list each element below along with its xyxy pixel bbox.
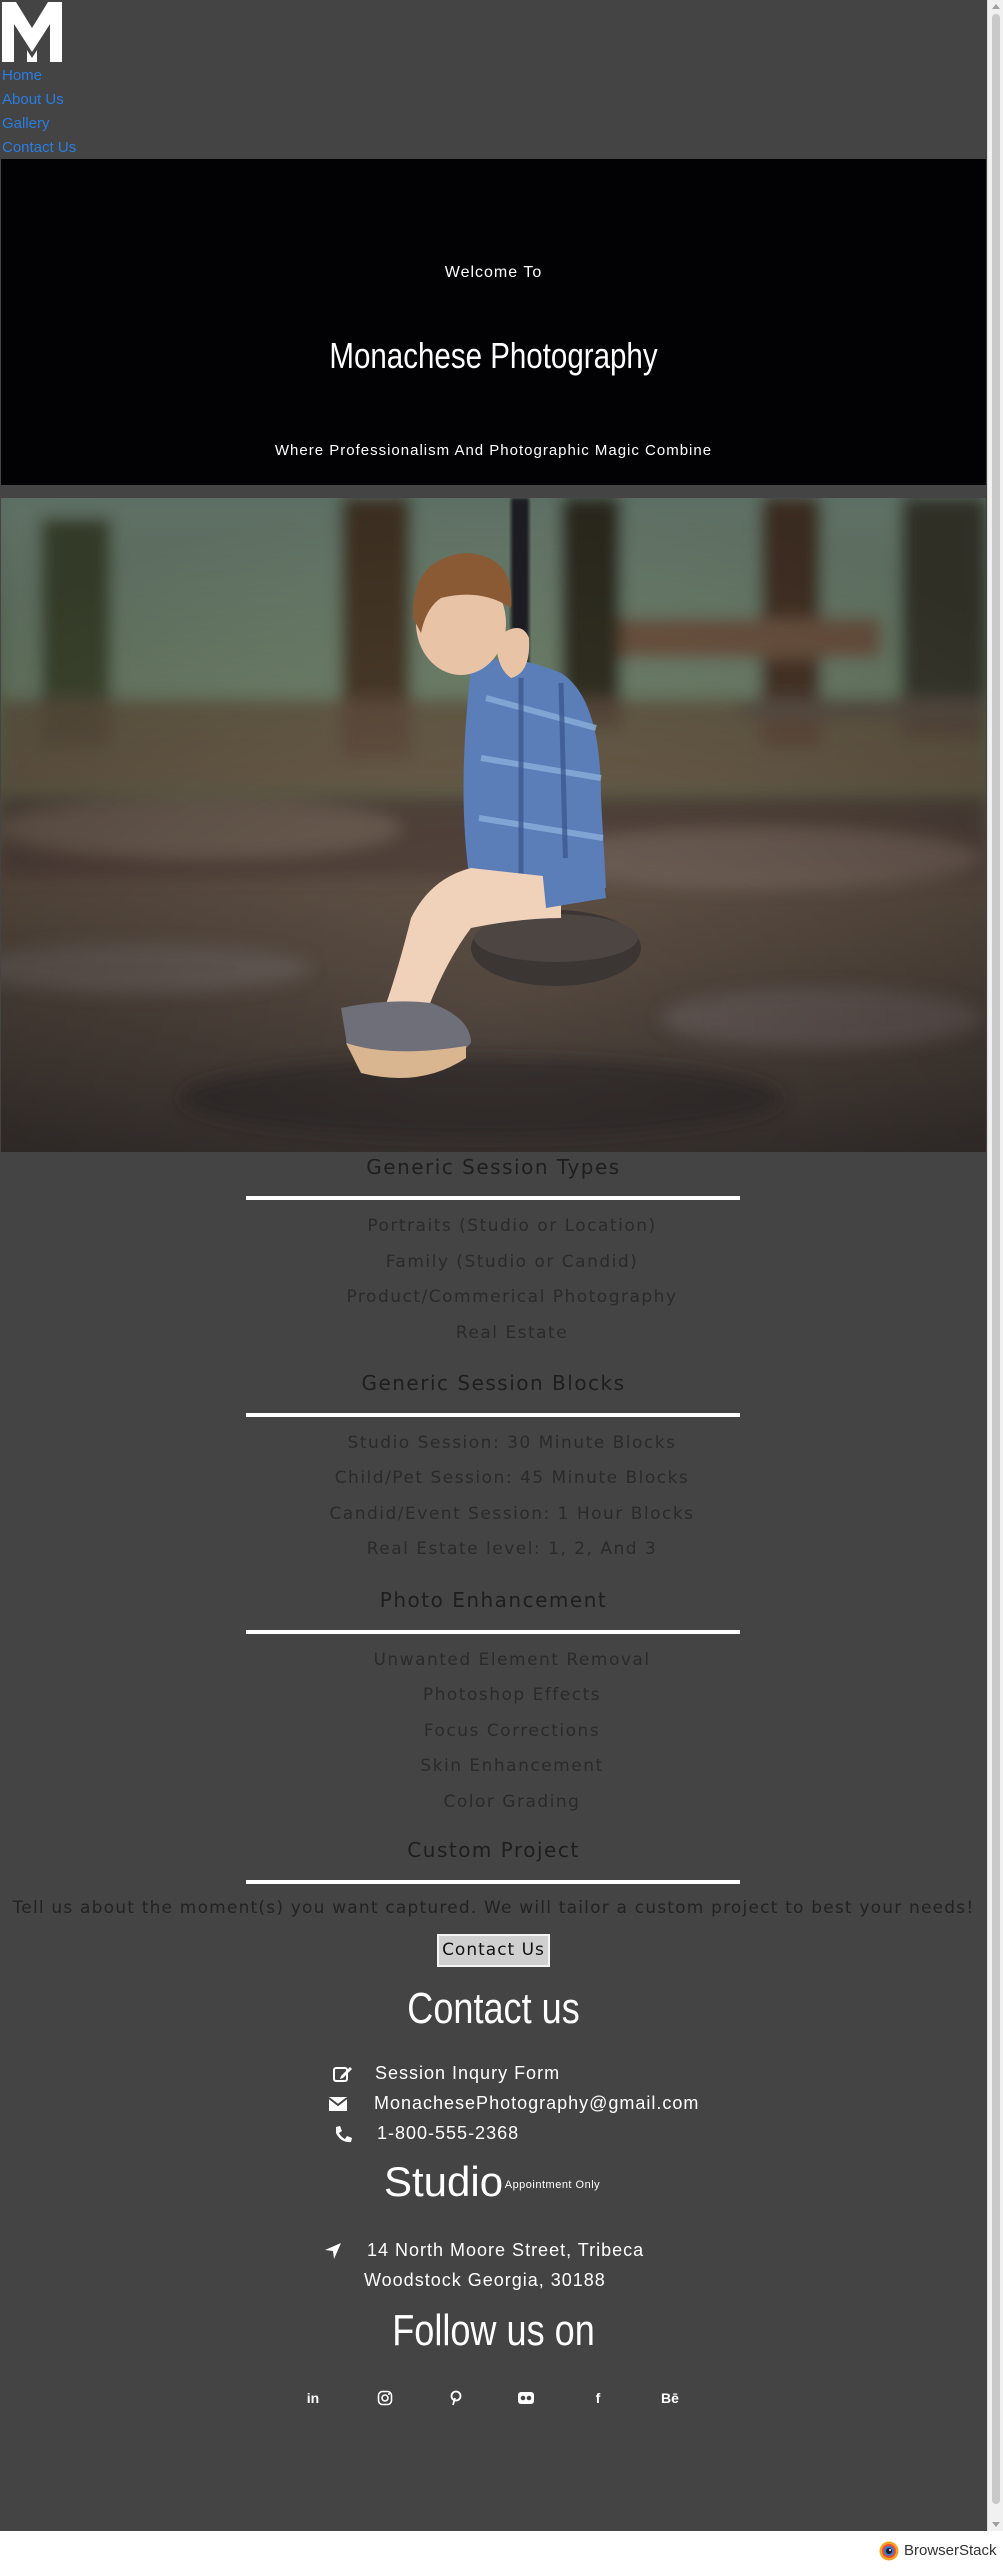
- hero-photo: [1, 498, 986, 1152]
- list-item: Color Grading: [443, 1792, 581, 1812]
- scroll-up-arrow-icon[interactable]: [992, 4, 1000, 9]
- section-divider: [246, 1880, 740, 1884]
- envelope-icon: [328, 2097, 348, 2111]
- follow-heading: Follow us on: [392, 2306, 595, 2355]
- instagram-icon[interactable]: [373, 2386, 397, 2410]
- page-body: Home About Us Gallery Contact Us Welcome…: [0, 0, 987, 2531]
- contact-us-button[interactable]: Contact Us: [437, 1934, 550, 1967]
- address-line-2-wrap: Woodstock Georgia, 30188: [364, 2270, 684, 2296]
- flickr-glyph: [518, 2392, 534, 2404]
- session-inquiry-text: Session Inqury Form: [375, 2063, 561, 2083]
- behance-glyph: Bē: [661, 2390, 679, 2406]
- vertical-scrollbar[interactable]: [987, 0, 1003, 2531]
- linkedin-glyph: in: [306, 2390, 320, 2406]
- address-line-1: 14 North Moore Street, Tribeca: [367, 2240, 645, 2260]
- list-item: Focus Corrections: [423, 1721, 601, 1741]
- address-line-2: Woodstock Georgia, 30188: [364, 2270, 606, 2290]
- section-title-session-types: Generic Session Types: [366, 1155, 621, 1179]
- list-item: Portraits (Studio or Location): [367, 1216, 657, 1236]
- edit-icon: [333, 2067, 352, 2082]
- hero-welcome-text: Welcome To: [444, 264, 543, 281]
- main-nav: Home About Us Gallery Contact Us: [2, 64, 76, 160]
- section-title-session-blocks: Generic Session Blocks: [361, 1371, 626, 1395]
- nav-link-gallery[interactable]: Gallery: [2, 112, 76, 136]
- browserstack-bar: [0, 2531, 1003, 2571]
- custom-project-text: Tell us about the moment(s) you want cap…: [12, 1898, 975, 1918]
- pinterest-icon[interactable]: [444, 2386, 468, 2410]
- instagram-glyph: [377, 2390, 393, 2406]
- flickr-icon[interactable]: [514, 2386, 538, 2410]
- facebook-icon[interactable]: f: [586, 2386, 610, 2410]
- email-text: MonachesePhotography@gmail.com: [374, 2093, 700, 2113]
- hero-title: Monachese Photography: [329, 335, 658, 376]
- browserstack-logo-icon: [879, 2541, 899, 2561]
- behance-icon[interactable]: Bē: [656, 2386, 684, 2410]
- list-item: Skin Enhancement: [420, 1756, 604, 1776]
- section-divider: [246, 1413, 740, 1417]
- linkedin-icon[interactable]: in: [301, 2386, 325, 2410]
- phone-link[interactable]: 1-800-555-2368: [333, 2123, 693, 2149]
- browserstack-brand-text: BrowserStack: [904, 2542, 997, 2559]
- section-title-photo-enhancement: Photo Enhancement: [379, 1588, 608, 1612]
- pinterest-glyph: [450, 2390, 462, 2406]
- session-inquiry-link[interactable]: Session Inqury Form: [333, 2063, 693, 2089]
- hero-banner: Welcome To Monachese Photography Where P…: [1, 159, 986, 485]
- nav-link-contact-us[interactable]: Contact Us: [2, 136, 76, 160]
- nav-link-home[interactable]: Home: [2, 64, 76, 88]
- list-item: Real Estate level: 1, 2, And 3: [366, 1539, 658, 1559]
- nav-link-about-us[interactable]: About Us: [2, 88, 76, 112]
- section-divider: [246, 1196, 740, 1200]
- location-arrow-icon: [325, 2243, 341, 2259]
- section-divider: [246, 1630, 740, 1634]
- email-link[interactable]: MonachesePhotography@gmail.com: [328, 2093, 698, 2119]
- section-title-custom-project: Custom Project: [407, 1838, 580, 1862]
- hero-tagline: Where Professionalism And Photographic M…: [274, 442, 713, 459]
- logo-icon[interactable]: [2, 2, 62, 62]
- phone-text: 1-800-555-2368: [377, 2123, 520, 2143]
- list-item: Candid/Event Session: 1 Hour Blocks: [329, 1504, 695, 1524]
- contact-heading: Contact us: [407, 1984, 580, 2033]
- list-item: Studio Session: 30 Minute Blocks: [347, 1433, 677, 1453]
- phone-icon: [336, 2126, 352, 2143]
- studio-appointment-note: * Appointment Only: [497, 2179, 601, 2191]
- list-item: Child/Pet Session: 45 Minute Blocks: [334, 1468, 690, 1488]
- facebook-glyph: f: [595, 2390, 601, 2406]
- list-item: Photoshop Effects: [422, 1685, 602, 1705]
- studio-heading: Studio: [384, 2158, 504, 2205]
- studio-address-link[interactable]: 14 North Moore Street, Tribeca: [323, 2240, 683, 2266]
- scroll-down-arrow-icon[interactable]: [992, 2522, 1000, 2527]
- list-item: Family (Studio or Candid): [385, 1252, 639, 1272]
- list-item: Product/Commerical Photography: [346, 1287, 678, 1307]
- list-item: Real Estate: [455, 1323, 569, 1343]
- scrollbar-thumb[interactable]: [992, 14, 1000, 2504]
- list-item: Unwanted Element Removal: [373, 1650, 651, 1670]
